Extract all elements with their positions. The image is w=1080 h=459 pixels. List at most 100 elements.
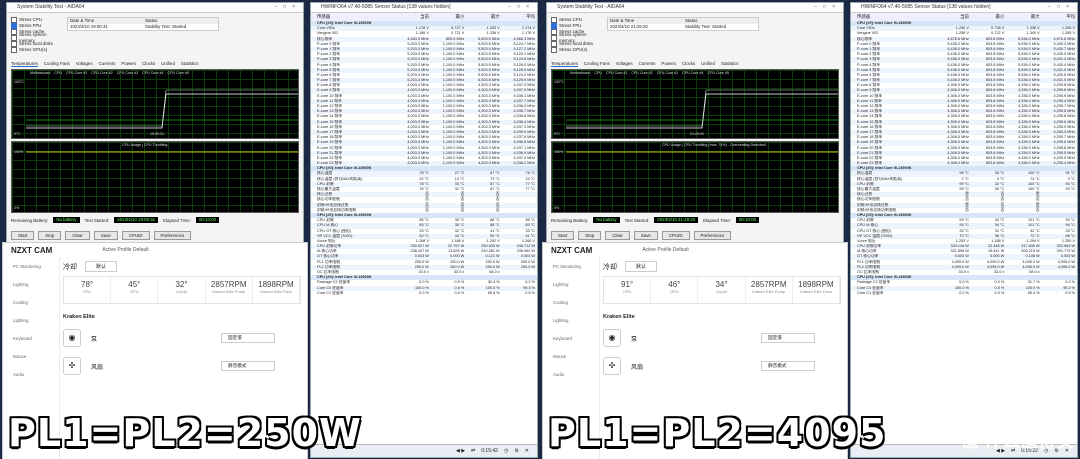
tab-3[interactable]: Currents xyxy=(99,61,116,67)
sensor-row[interactable]: Core C1 驻留率 0.0 % 0.0 % 65.4 % 0.6 % xyxy=(851,291,1077,296)
cpu-usage-graph: CPU Usage | CPU Throttling 100% 0% xyxy=(11,141,299,213)
cpuid-button[interactable]: CPUID xyxy=(661,231,690,240)
sidebar-item[interactable]: Keyboard xyxy=(3,329,59,347)
column-header[interactable]: 最小 xyxy=(431,13,466,21)
sensor-cell: 0.5 % xyxy=(525,290,536,295)
column-header[interactable]: 最大 xyxy=(1006,13,1041,21)
tab-5[interactable]: Clocks xyxy=(142,61,155,67)
sidebar-item[interactable]: PC Monitoring xyxy=(543,257,599,275)
clear-button[interactable]: Clear xyxy=(65,231,90,240)
status-value: Stability Test: Started xyxy=(145,24,187,29)
sensor-cell: 0.0 % xyxy=(454,290,465,295)
tab-0[interactable]: Temperatures xyxy=(551,61,578,67)
tab-7[interactable]: Statistics xyxy=(181,61,199,67)
tab-4[interactable]: Powers xyxy=(121,61,136,67)
stress-option[interactable]: Stress GPU(s) xyxy=(11,47,63,53)
stress-option[interactable]: Stress GPU(s) xyxy=(551,47,603,53)
active-profile[interactable]: Active Profile Default xyxy=(642,247,688,253)
tab-6[interactable]: Unified xyxy=(701,61,715,67)
sidebar-item[interactable]: PC Monitoring xyxy=(3,257,59,275)
stat-label: CPU xyxy=(622,289,632,294)
tab-2[interactable]: Voltages xyxy=(76,61,93,67)
pump-icon: ◉ xyxy=(63,329,81,347)
preferences-button[interactable]: Preferences xyxy=(153,231,192,240)
sidebar-item[interactable]: Cooling xyxy=(3,293,59,311)
cooling-device-row: ◉ 泵 固定值 xyxy=(603,328,841,348)
clear-button[interactable]: Clear xyxy=(605,231,630,240)
checkbox[interactable] xyxy=(11,47,17,53)
test-status-bar: Remaining Battery: No battery Test Started… xyxy=(551,217,760,223)
preferences-button[interactable]: Preferences xyxy=(693,231,732,240)
tab-2[interactable]: Voltages xyxy=(616,61,633,67)
nav-arrows-icon[interactable]: ◀ ▶ xyxy=(456,448,465,454)
start-button[interactable]: Start xyxy=(551,231,575,240)
settings-icon[interactable]: ⚙ xyxy=(514,448,518,454)
window-controls[interactable]: –□× xyxy=(508,3,535,12)
temperature-lines xyxy=(26,89,298,129)
sidebar-item[interactable]: Audio xyxy=(543,365,599,383)
nzxt-header: NZXT CAM Active Profile Default xyxy=(543,243,847,257)
active-profile[interactable]: Active Profile Default xyxy=(102,247,148,253)
status-value: Stability Test: Started xyxy=(685,24,727,29)
column-header[interactable]: 传感器 xyxy=(311,13,396,21)
stop-button[interactable]: Stop xyxy=(38,231,62,240)
column-header[interactable]: 当前 xyxy=(936,13,971,21)
column-header[interactable]: 最大 xyxy=(466,13,501,21)
network-icon[interactable]: ⇄ xyxy=(471,448,475,454)
mode-select[interactable]: 静音模式 xyxy=(761,361,815,371)
column-header[interactable]: 当前 xyxy=(396,13,431,21)
tab-7[interactable]: Statistics xyxy=(721,61,739,67)
sidebar-item[interactable]: Mouse xyxy=(3,347,59,365)
sidebar-item[interactable]: Lighting xyxy=(543,275,599,293)
mode-select[interactable]: 固定值 xyxy=(761,333,815,343)
stat-label: Kraken Elite Pump xyxy=(752,289,786,294)
stop-button[interactable]: Stop xyxy=(578,231,602,240)
sidebar-item[interactable]: Cooling xyxy=(543,293,599,311)
stability-test-window: System Stability Test - AIDA64 –□× Stress … xyxy=(546,2,844,244)
column-header[interactable]: 最小 xyxy=(971,13,1006,21)
tab-5[interactable]: Clocks xyxy=(682,61,695,67)
cpuid-button[interactable]: CPUID xyxy=(121,231,150,240)
stress-option-label: Stress GPU(s) xyxy=(559,47,588,52)
mode-select[interactable]: 静音模式 xyxy=(221,361,275,371)
save-button[interactable]: Save xyxy=(633,231,658,240)
profile-select[interactable]: 默认 xyxy=(85,261,118,272)
window-controls[interactable]: –□× xyxy=(274,3,301,12)
start-button[interactable]: Start xyxy=(11,231,35,240)
sidebar-item[interactable]: Mouse xyxy=(543,347,599,365)
button-row: Start Stop Clear Save CPUID Preferences xyxy=(551,231,732,240)
stats-strip: 91° CPU 46° GPU 34° Liquid 2857RPM Kraken Elite… xyxy=(603,276,841,304)
sidebar-item[interactable]: Audio xyxy=(3,365,59,383)
stat-value: 34° xyxy=(715,280,728,289)
save-button[interactable]: Save xyxy=(93,231,118,240)
stability-titlebar: System Stability Test - AIDA64 –□× xyxy=(547,3,843,13)
profile-select[interactable]: 默认 xyxy=(625,261,658,272)
sidebar-item[interactable]: Lighting xyxy=(543,311,599,329)
tab-1[interactable]: Cooling Fans xyxy=(44,61,70,67)
cooling-title: 冷却 xyxy=(63,263,77,271)
clock-icon[interactable]: ◷ xyxy=(504,448,508,454)
tab-3[interactable]: Currents xyxy=(639,61,656,67)
sensor-cell: Core C1 驻留率 xyxy=(857,290,884,295)
stat-value: 32° xyxy=(175,280,188,289)
sensor-row[interactable]: Core C1 驻留率 0.0 % 0.0 % 65.6 % 0.5 % xyxy=(311,291,537,296)
close-icon[interactable]: ✕ xyxy=(525,448,529,454)
tab-6[interactable]: Unified xyxy=(161,61,175,67)
column-header[interactable]: 传感器 xyxy=(851,13,936,21)
stat-label: Kraken Elite Fans xyxy=(800,289,832,294)
nzxt-header: NZXT CAM Active Profile Default xyxy=(3,243,307,257)
sidebar-item[interactable]: Lighting xyxy=(3,311,59,329)
temperature-graph: Motherboard CPU CPU Core #1 CPU Core #2 CPU … xyxy=(11,69,299,139)
tab-4[interactable]: Powers xyxy=(661,61,676,67)
checkbox[interactable] xyxy=(551,47,557,53)
brand-logo: NZXT CAM xyxy=(551,245,593,255)
column-header[interactable]: 平均 xyxy=(1042,13,1077,21)
sidebar-item[interactable]: Lighting xyxy=(3,275,59,293)
window-controls[interactable]: –□× xyxy=(1048,3,1075,12)
window-controls[interactable]: –□× xyxy=(814,3,841,12)
sidebar-item[interactable]: Keyboard xyxy=(543,329,599,347)
column-header[interactable]: 平均 xyxy=(502,13,537,21)
tab-0[interactable]: Temperatures xyxy=(11,61,38,67)
mode-select[interactable]: 固定值 xyxy=(221,333,275,343)
tab-1[interactable]: Cooling Fans xyxy=(584,61,610,67)
